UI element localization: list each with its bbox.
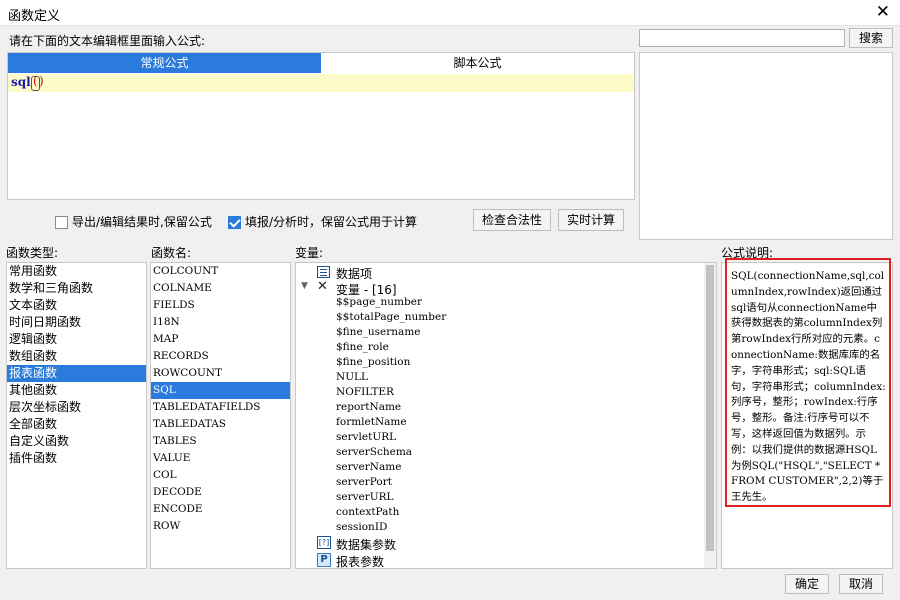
func-name-item[interactable]: COLNAME	[151, 280, 290, 297]
title-bar: 函数定义 ✕	[0, 0, 900, 26]
tree-variable-item[interactable]: $fine_position	[336, 356, 410, 368]
func-name-item[interactable]: TABLEDATAFIELDS	[151, 399, 290, 416]
tree-variable-item[interactable]: sessionID	[336, 521, 387, 533]
func-type-item[interactable]: 其他函数	[7, 382, 146, 399]
tree-variable-item[interactable]: reportName	[336, 401, 401, 413]
func-name-item[interactable]: VALUE	[151, 450, 290, 467]
func-name-item[interactable]: ROWCOUNT	[151, 365, 290, 382]
search-button[interactable]: 搜索	[849, 28, 893, 48]
realtime-calc-button[interactable]: 实时计算	[558, 209, 624, 231]
func-name-item[interactable]: MAP	[151, 331, 290, 348]
list-icon	[317, 266, 330, 278]
tree-variable-item[interactable]: serverPort	[336, 476, 392, 488]
export-keep-label: 导出/编辑结果时,保留公式	[72, 215, 212, 229]
window-title: 函数定义	[8, 9, 61, 24]
export-keep-option[interactable]: 导出/编辑结果时,保留公式	[55, 213, 212, 230]
tree-dataset-params[interactable]: 数据集参数	[336, 536, 396, 553]
func-type-item[interactable]: 全部函数	[7, 416, 146, 433]
tree-variable-item[interactable]: $fine_role	[336, 341, 389, 353]
func-name-item[interactable]: COL	[151, 467, 290, 484]
chevron-down-icon[interactable]: ▼	[301, 281, 308, 291]
func-type-item[interactable]: 时间日期函数	[7, 314, 146, 331]
func-type-label: 函数类型:	[6, 246, 59, 260]
func-type-item[interactable]: 报表函数	[7, 365, 146, 382]
func-name-item[interactable]: FIELDS	[151, 297, 290, 314]
func-type-list[interactable]: 常用函数 数学和三角函数 文本函数 时间日期函数 逻辑函数 数组函数 报表函数 其他函数 层次坐…	[6, 262, 147, 569]
func-name-item[interactable]: RECORDS	[151, 348, 290, 365]
dataset-param-icon: [?]	[317, 536, 331, 549]
tree-variable-item[interactable]: serverURL	[336, 491, 394, 503]
tree-variable-item[interactable]: $fine_username	[336, 326, 421, 338]
tree-variable-item[interactable]: $$page_number	[336, 296, 422, 308]
export-keep-checkbox[interactable]	[55, 216, 68, 229]
func-name-item[interactable]: TABLES	[151, 433, 290, 450]
func-name-item[interactable]: ENCODE	[151, 501, 290, 518]
tree-variable-item[interactable]: serverName	[336, 461, 401, 473]
func-type-item[interactable]: 层次坐标函数	[7, 399, 146, 416]
tree-variable-item[interactable]: formletName	[336, 416, 407, 428]
ok-button[interactable]: 确定	[785, 574, 829, 594]
variables-scrollbar[interactable]	[704, 263, 716, 568]
func-type-item[interactable]: 数学和三角函数	[7, 280, 146, 297]
check-validity-button[interactable]: 检查合法性	[473, 209, 551, 231]
func-name-item[interactable]: DECODE	[151, 484, 290, 501]
cancel-button[interactable]: 取消	[839, 574, 883, 594]
variable-icon: ✕	[317, 279, 328, 294]
formula-func-name: sql	[11, 75, 31, 89]
tree-report-params[interactable]: 报表参数	[336, 553, 384, 568]
func-type-item[interactable]: 自定义函数	[7, 433, 146, 450]
search-results	[639, 52, 893, 240]
func-name-item[interactable]: COLCOUNT	[151, 263, 290, 280]
func-type-item[interactable]: 文本函数	[7, 297, 146, 314]
func-type-item[interactable]: 常用函数	[7, 263, 146, 280]
func-name-label: 函数名:	[151, 246, 192, 260]
formula-line[interactable]: sql ( )	[8, 74, 634, 92]
func-type-item[interactable]: 插件函数	[7, 450, 146, 467]
tree-variable-item[interactable]: NOFILTER	[336, 386, 394, 398]
func-type-item[interactable]: 数组函数	[7, 348, 146, 365]
func-type-item[interactable]: 逻辑函数	[7, 331, 146, 348]
formula-editor[interactable]: 常规公式 脚本公式 sql ( )	[7, 52, 635, 200]
fill-keep-checkbox[interactable]	[228, 216, 241, 229]
tree-variable-item[interactable]: contextPath	[336, 506, 399, 518]
formula-paren-close: )	[39, 74, 44, 88]
report-param-icon: P	[317, 553, 331, 567]
variables-label: 变量:	[295, 246, 324, 260]
tree-variable-item[interactable]: serverSchema	[336, 446, 412, 458]
search-input[interactable]	[639, 29, 845, 47]
variables-tree[interactable]: 数据项 ▼ ✕ 变量 - [16] $$page_number $$totalPa…	[295, 262, 717, 569]
tree-variable-item[interactable]: NULL	[336, 371, 368, 383]
func-name-item[interactable]: SQL	[151, 382, 290, 399]
close-icon[interactable]: ✕	[876, 2, 890, 22]
editor-prompt: 请在下面的文本编辑框里面输入公式:	[9, 34, 206, 48]
fill-keep-label: 填报/分析时，保留公式用于计算	[245, 215, 418, 229]
tree-variable-item[interactable]: servletURL	[336, 431, 396, 443]
func-name-item[interactable]: TABLEDATAS	[151, 416, 290, 433]
tree-variable-item[interactable]: $$totalPage_number	[336, 311, 446, 323]
description-text: SQL(connectionName,sql,columnIndex,rowIn…	[725, 258, 891, 507]
tree-data-item[interactable]: 数据项	[336, 265, 372, 282]
tab-regular-formula[interactable]: 常规公式	[8, 53, 321, 73]
fill-keep-option[interactable]: 填报/分析时，保留公式用于计算	[228, 213, 417, 230]
func-name-item[interactable]: ROW	[151, 518, 290, 535]
formula-paren-open: (	[33, 74, 38, 88]
description-panel: SQL(connectionName,sql,columnIndex,rowIn…	[721, 258, 893, 569]
func-name-list[interactable]: COLCOUNT COLNAME FIELDS I18N MAP RECORDS ROWCO…	[150, 262, 291, 569]
func-name-item[interactable]: I18N	[151, 314, 290, 331]
tab-script-formula[interactable]: 脚本公式	[321, 53, 634, 73]
